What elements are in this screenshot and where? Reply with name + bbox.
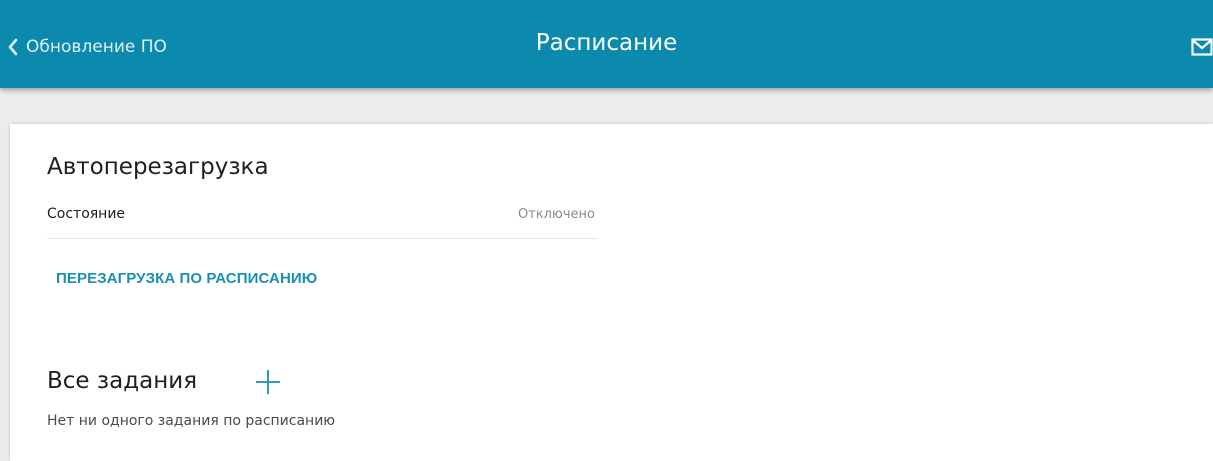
mail-icon: [1191, 38, 1213, 60]
empty-tasks-message: Нет ни одного задания по расписанию: [47, 413, 336, 429]
all-tasks-title: Все задания: [47, 368, 198, 394]
mail-button[interactable]: [1191, 38, 1213, 60]
chevron-left-icon: [8, 38, 18, 56]
add-task-button[interactable]: [253, 367, 283, 397]
schedule-reboot-button[interactable]: ПЕРЕЗАГРУЗКА ПО РАСПИСАНИЮ: [56, 270, 317, 287]
autoreboot-title: Автоперезагрузка: [47, 154, 269, 180]
status-row: Состояние Отключено: [47, 199, 597, 239]
plus-icon: [253, 370, 283, 401]
top-bar: Обновление ПО Расписание: [0, 0, 1213, 88]
status-label: Состояние: [47, 206, 126, 222]
back-button[interactable]: Обновление ПО: [8, 36, 167, 58]
status-value: Отключено: [517, 207, 595, 222]
back-label: Обновление ПО: [26, 37, 167, 57]
page-title: Расписание: [535, 30, 678, 56]
